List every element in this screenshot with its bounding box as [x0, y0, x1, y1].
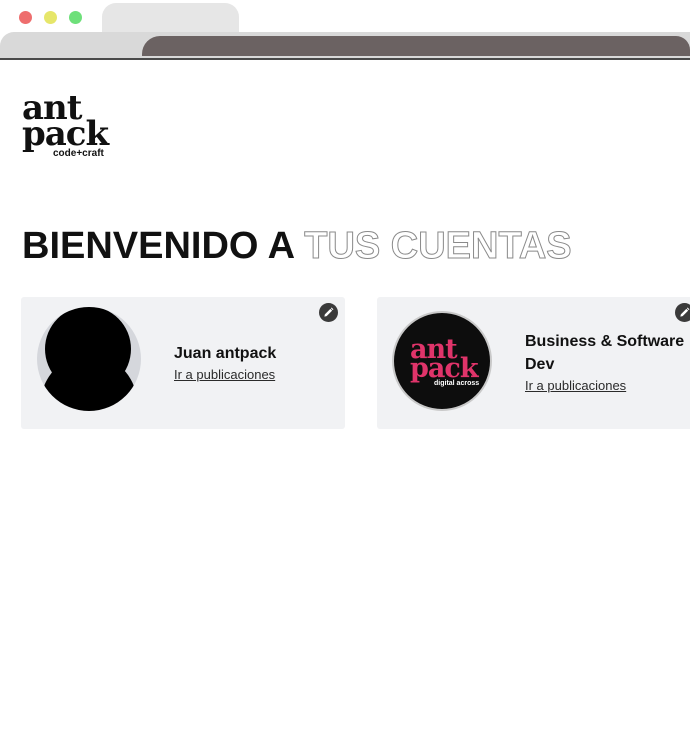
brand-avatar: ant pack digital across: [392, 311, 492, 411]
brand-avatar-word-pack: pack: [410, 353, 479, 384]
account-card[interactable]: ant pack digital across Business & Softw…: [377, 297, 690, 429]
go-to-posts-link[interactable]: Ir a publicaciones: [525, 378, 626, 394]
browser-tab[interactable]: [102, 3, 239, 33]
pencil-icon: [680, 307, 690, 317]
default-user-icon: [37, 307, 141, 411]
logo-word-pack: pack: [22, 114, 109, 154]
chrome-divider: [0, 58, 690, 60]
page-title: BIENVENIDO A TUS CUENTAS: [22, 224, 572, 268]
antpack-logo[interactable]: ant pack code+craft: [22, 91, 112, 162]
go-to-posts-link[interactable]: Ir a publicaciones: [174, 367, 275, 383]
edit-account-button[interactable]: [319, 303, 338, 322]
account-name: Juan antpack: [174, 345, 277, 362]
maximize-window-button[interactable]: [69, 11, 82, 24]
logo-tagline: code+craft: [53, 148, 104, 159]
page-title-outline: TUS CUENTAS: [304, 225, 572, 268]
account-name: Business & Software Dev: [525, 333, 685, 373]
browser-chrome: [0, 0, 690, 62]
close-window-button[interactable]: [19, 11, 32, 24]
page-title-solid: BIENVENIDO A: [22, 225, 294, 267]
minimize-window-button[interactable]: [44, 11, 57, 24]
edit-account-button[interactable]: [675, 303, 690, 322]
pencil-icon: [324, 307, 334, 317]
brand-avatar-tagline: digital across: [434, 380, 480, 387]
account-card[interactable]: Juan antpack Ir a publicaciones: [21, 297, 345, 429]
address-bar[interactable]: [142, 36, 690, 56]
